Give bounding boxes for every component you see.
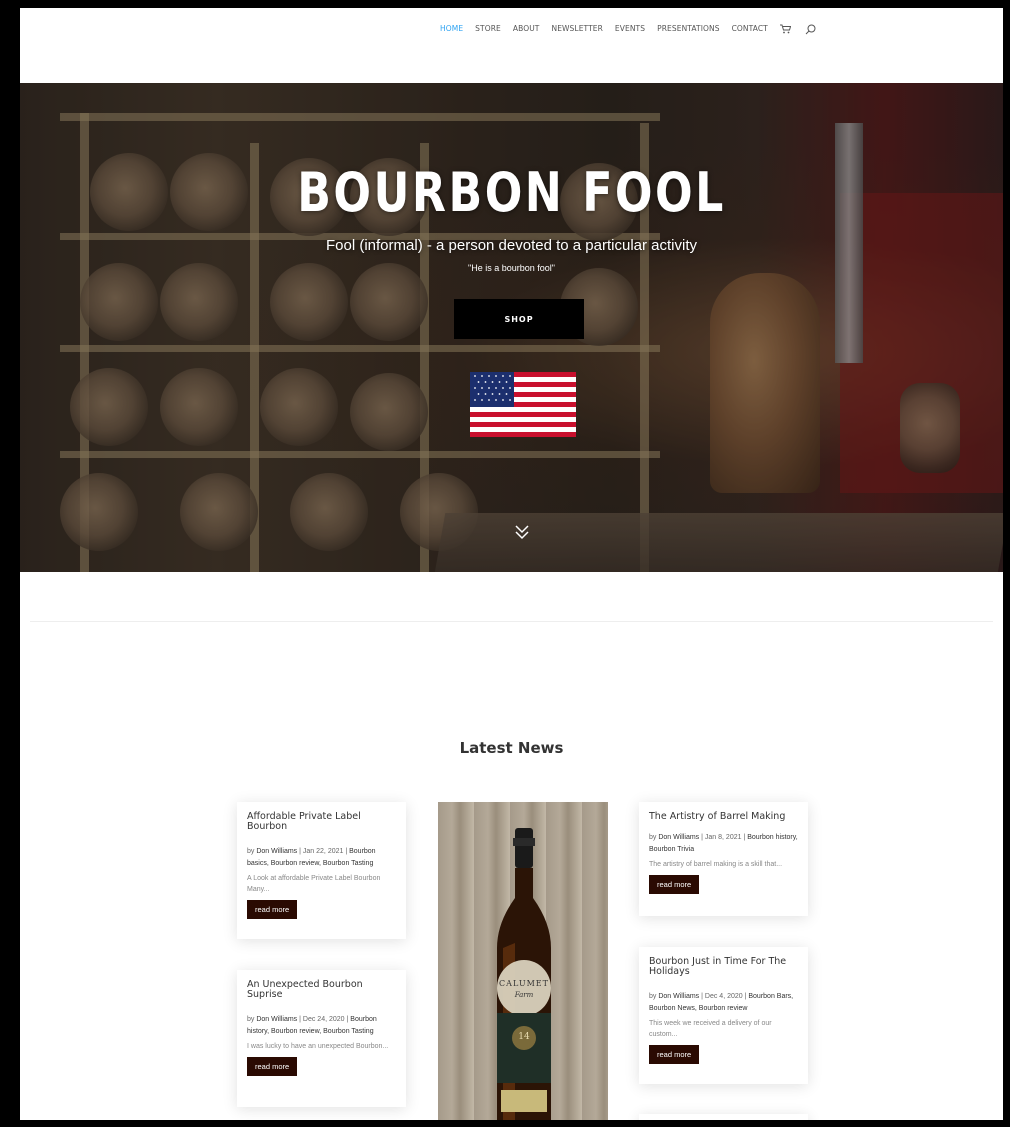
news-card-title[interactable]: Bourbon Just in Time For The Holidays bbox=[649, 957, 798, 977]
news-card-excerpt: This week we received a delivery of our … bbox=[649, 1020, 772, 1038]
news-card-date: Jan 22, 2021 bbox=[302, 848, 344, 855]
page: HOME STORE ABOUT NEWSLETTER EVENTS PRESE… bbox=[20, 8, 1003, 1120]
nav-contact[interactable]: CONTACT bbox=[732, 22, 768, 36]
frame-border bbox=[0, 0, 20, 1127]
hero-quote: "He is a bourbon fool" bbox=[468, 263, 555, 273]
news-card-date: Dec 24, 2020 bbox=[302, 1016, 345, 1023]
bottle-label-sub: Farm bbox=[514, 991, 534, 999]
news-card-excerpt: A Look at affordable Private Label Bourb… bbox=[247, 875, 381, 893]
double-chevron-down-icon[interactable] bbox=[513, 523, 531, 541]
news-card-meta: by Don Williams | Dec 4, 2020 | Bourbon … bbox=[649, 993, 794, 1012]
news-card: Affordable Private Label Bourbon by Don … bbox=[237, 802, 406, 939]
search-icon[interactable] bbox=[805, 24, 816, 35]
read-more-button[interactable]: read more bbox=[247, 900, 298, 919]
us-flag-icon bbox=[470, 372, 576, 437]
news-card-meta: by Don Williams | Jan 8, 2021 | Bourbon … bbox=[649, 834, 798, 853]
nav-home[interactable]: HOME bbox=[440, 22, 463, 36]
section-divider bbox=[30, 621, 993, 622]
news-card-meta: by Don Williams | Dec 24, 2020 | Bourbon… bbox=[247, 1016, 377, 1035]
news-card-excerpt: The artistry of barrel making is a skill… bbox=[649, 861, 783, 868]
news-card-title[interactable]: The Artistry of Barrel Making bbox=[649, 812, 798, 822]
cart-icon[interactable] bbox=[779, 24, 791, 34]
news-card: The Artistry of Barrel Making by Don Wil… bbox=[639, 802, 808, 916]
hero-section: BOURBON FOOL Fool (informal) - a person … bbox=[20, 83, 1003, 572]
latest-news-heading: Latest News bbox=[459, 739, 564, 757]
site-header: HOME STORE ABOUT NEWSLETTER EVENTS PRESE… bbox=[20, 8, 1003, 83]
hero-subtitle: Fool (informal) - a person devoted to a … bbox=[326, 237, 697, 254]
news-card-date: Jan 8, 2021 bbox=[704, 834, 742, 841]
main-nav: HOME STORE ABOUT NEWSLETTER EVENTS PRESE… bbox=[440, 22, 830, 36]
nav-store[interactable]: STORE bbox=[475, 22, 501, 36]
news-card-title[interactable]: Affordable Private Label Bourbon bbox=[247, 812, 396, 832]
nav-about[interactable]: ABOUT bbox=[513, 22, 540, 36]
read-more-button[interactable]: read more bbox=[649, 1045, 700, 1064]
news-card-title[interactable]: An Unexpected Bourbon Suprise bbox=[247, 980, 396, 1000]
nav-events[interactable]: EVENTS bbox=[615, 22, 645, 36]
frame-border bbox=[1003, 0, 1010, 1127]
news-card-author[interactable]: Don Williams bbox=[256, 1016, 297, 1023]
frame-border bbox=[0, 1120, 1010, 1127]
news-card: Bourbon Just in Time For The Holidays by… bbox=[639, 947, 808, 1084]
bottle-age: 14 bbox=[518, 1032, 530, 1042]
news-card-author[interactable]: Don Williams bbox=[658, 834, 699, 841]
nav-presentations[interactable]: PRESENTATIONS bbox=[657, 22, 720, 36]
news-card: An Unexpected Bourbon Suprise by Don Wil… bbox=[237, 970, 406, 1107]
hero-title: BOURBON FOOL bbox=[297, 161, 726, 224]
news-card-date: Dec 4, 2020 bbox=[704, 993, 743, 1000]
shop-button[interactable]: SHOP bbox=[454, 299, 584, 339]
bottle-label: CALUMET bbox=[499, 979, 549, 988]
read-more-button[interactable]: read more bbox=[649, 875, 700, 894]
news-card-excerpt: I was lucky to have an unexpected Bourbo… bbox=[247, 1043, 389, 1050]
news-card-meta: by Don Williams | Jan 22, 2021 | Bourbon… bbox=[247, 848, 376, 867]
bourbon-bottle-image bbox=[497, 828, 551, 1120]
read-more-button[interactable]: read more bbox=[247, 1057, 298, 1076]
news-card-author[interactable]: Don Williams bbox=[658, 993, 699, 1000]
news-card-author[interactable]: Don Williams bbox=[256, 848, 297, 855]
featured-post-image[interactable]: CALUMET Farm 14 bbox=[438, 802, 608, 1120]
nav-newsletter[interactable]: NEWSLETTER bbox=[551, 22, 602, 36]
